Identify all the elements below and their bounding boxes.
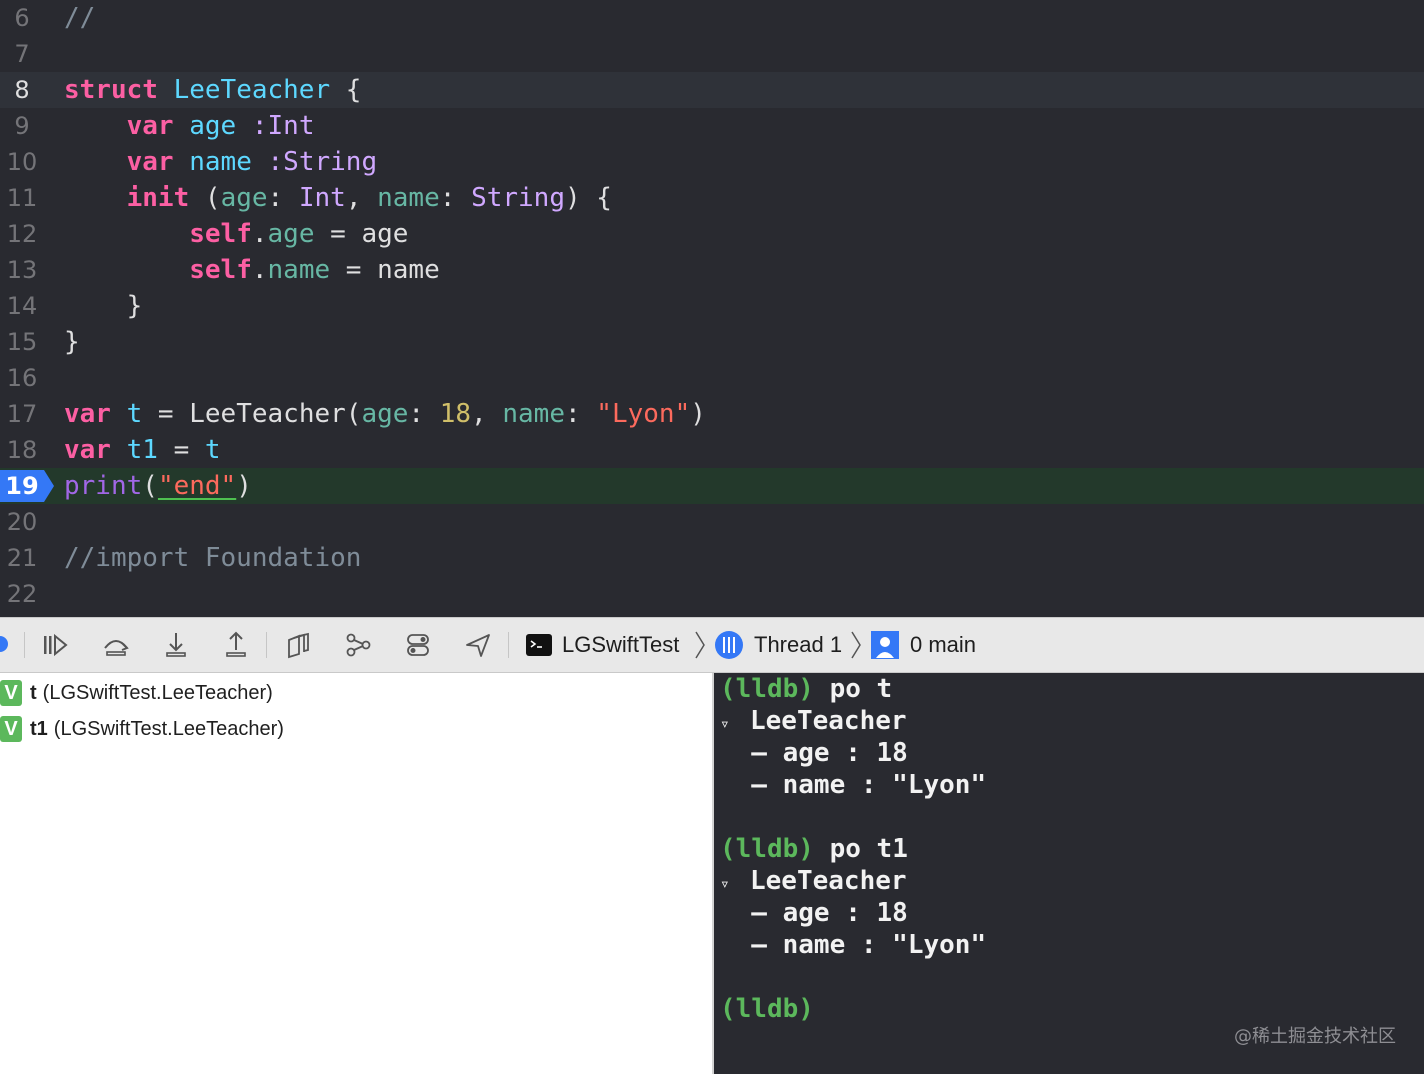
step-over-icon[interactable] xyxy=(98,628,134,662)
line-number: 13 xyxy=(6,256,38,284)
variable-row[interactable]: V t1 (LGSwiftTest.LeeTeacher) xyxy=(0,711,284,747)
line-number: 10 xyxy=(6,148,38,176)
line-number: 20 xyxy=(6,508,38,536)
line-number: 18 xyxy=(6,436,38,464)
console-line: – name : "Lyon" xyxy=(720,770,987,800)
variable-badge: V xyxy=(0,680,22,706)
code-text: self.name = name xyxy=(189,255,440,285)
thread-icon xyxy=(714,630,744,660)
console-line: ▿ LeeTeacher xyxy=(720,705,907,737)
code-line-pc[interactable]: 19 print("end") xyxy=(0,468,1424,504)
separator xyxy=(508,632,509,658)
continue-icon[interactable] xyxy=(36,628,72,662)
breakpoints-toggle-icon[interactable] xyxy=(0,636,8,652)
code-line-current[interactable]: 8 struct LeeTeacher { xyxy=(0,72,1424,108)
code-line[interactable]: 13 self.name = name xyxy=(0,252,1424,288)
console-line: – name : "Lyon" xyxy=(720,930,987,960)
source-editor[interactable]: 6 // 7 8 struct LeeTeacher { 9 var age :… xyxy=(0,0,1424,617)
line-number: 17 xyxy=(6,400,38,428)
variables-view: V t (LGSwiftTest.LeeTeacher) V t1 (LGSwi… xyxy=(0,673,712,1074)
code-line[interactable]: 16 xyxy=(0,360,1424,396)
variable-name: t1 xyxy=(30,717,48,740)
disclosure-triangle-icon: ▿ xyxy=(720,714,730,733)
code-line[interactable]: 14 } xyxy=(0,288,1424,324)
frame-label: 0 main xyxy=(910,632,977,657)
console-line: – age : 18 xyxy=(720,898,908,928)
separator xyxy=(266,632,267,658)
code-text: var t1 = t xyxy=(64,435,221,465)
variable-type: (LGSwiftTest.LeeTeacher) xyxy=(42,681,273,704)
code-line[interactable]: 18 var t1 = t xyxy=(0,432,1424,468)
watermark: @稀土掘金技术社区 xyxy=(1234,1026,1396,1047)
breadcrumb-thread[interactable]: Thread 1 xyxy=(714,618,842,672)
code-line[interactable]: 11 init (age: Int, name: String) { xyxy=(0,180,1424,216)
line-number: 22 xyxy=(6,580,38,608)
code-text: struct LeeTeacher { xyxy=(64,75,362,105)
chevron-right-icon xyxy=(851,631,861,659)
code-text: init (age: Int, name: String) { xyxy=(126,183,612,213)
console-line: (lldb) po t1 xyxy=(720,834,908,864)
code-text: } xyxy=(126,291,143,321)
disclosure-triangle-icon: ▿ xyxy=(720,874,730,893)
code-text: var age :Int xyxy=(126,111,315,141)
variable-type: (LGSwiftTest.LeeTeacher) xyxy=(53,717,284,740)
code-line[interactable]: 22 xyxy=(0,576,1424,612)
code-line[interactable]: 21 //import Foundation xyxy=(0,540,1424,576)
code-line[interactable]: 10 var name :String xyxy=(0,144,1424,180)
code-line[interactable]: 17 var t = LeeTeacher(age: 18, name: "Ly… xyxy=(0,396,1424,432)
console-line: – age : 18 xyxy=(720,738,908,768)
code-line[interactable]: 12 self.age = age xyxy=(0,216,1424,252)
debug-console[interactable]: (lldb) po t ▿ LeeTeacher – age : 18 – nam… xyxy=(714,673,1424,1074)
console-line: (lldb) po t xyxy=(720,674,893,704)
debug-bar: LGSwiftTest Thread 1 0 main xyxy=(0,617,1424,673)
line-number: 7 xyxy=(14,40,30,68)
code-line[interactable]: 7 xyxy=(0,36,1424,72)
variable-badge: V xyxy=(0,716,22,742)
line-number: 14 xyxy=(6,292,38,320)
breadcrumb-frame[interactable]: 0 main xyxy=(870,618,976,672)
line-number: 6 xyxy=(14,4,30,32)
view-hierarchy-icon[interactable] xyxy=(280,628,316,662)
code-text: var t = LeeTeacher(age: 18, name: "Lyon"… xyxy=(64,399,706,429)
code-text: print("end") xyxy=(64,471,252,501)
frame-icon xyxy=(870,630,900,660)
separator xyxy=(24,632,25,658)
variable-name: t xyxy=(30,681,37,704)
console-prompt-line[interactable]: (lldb) xyxy=(720,993,814,1025)
scheme-label: LGSwiftTest xyxy=(562,632,680,657)
simulate-location-icon[interactable] xyxy=(460,628,496,662)
code-line[interactable]: 6 // xyxy=(0,0,1424,36)
line-number: 16 xyxy=(6,364,38,392)
chevron-right-icon xyxy=(695,631,705,659)
memory-graph-icon[interactable] xyxy=(340,628,376,662)
variable-row[interactable]: V t (LGSwiftTest.LeeTeacher) xyxy=(0,675,273,711)
breadcrumb-scheme[interactable]: LGSwiftTest xyxy=(526,618,679,672)
code-line[interactable]: 9 var age :Int xyxy=(0,108,1424,144)
terminal-icon xyxy=(526,634,552,656)
code-line[interactable]: 15 } xyxy=(0,324,1424,360)
code-text: } xyxy=(64,327,80,357)
line-number: 9 xyxy=(14,112,30,140)
line-number: 15 xyxy=(6,328,38,356)
step-into-icon[interactable] xyxy=(158,628,194,662)
code-text: var name :String xyxy=(126,147,378,177)
line-number: 8 xyxy=(14,76,30,104)
code-text: //import Foundation xyxy=(64,543,362,573)
line-number: 21 xyxy=(6,544,38,572)
environment-overrides-icon[interactable] xyxy=(400,628,436,662)
step-out-icon[interactable] xyxy=(218,628,254,662)
console-line: ▿ LeeTeacher xyxy=(720,865,907,897)
line-number: 19 xyxy=(5,472,39,500)
thread-label: Thread 1 xyxy=(754,632,843,657)
line-number: 11 xyxy=(6,184,38,212)
code-text: self.age = age xyxy=(189,219,409,249)
code-text: // xyxy=(64,3,96,33)
line-number: 12 xyxy=(6,220,38,248)
code-line[interactable]: 20 xyxy=(0,504,1424,540)
